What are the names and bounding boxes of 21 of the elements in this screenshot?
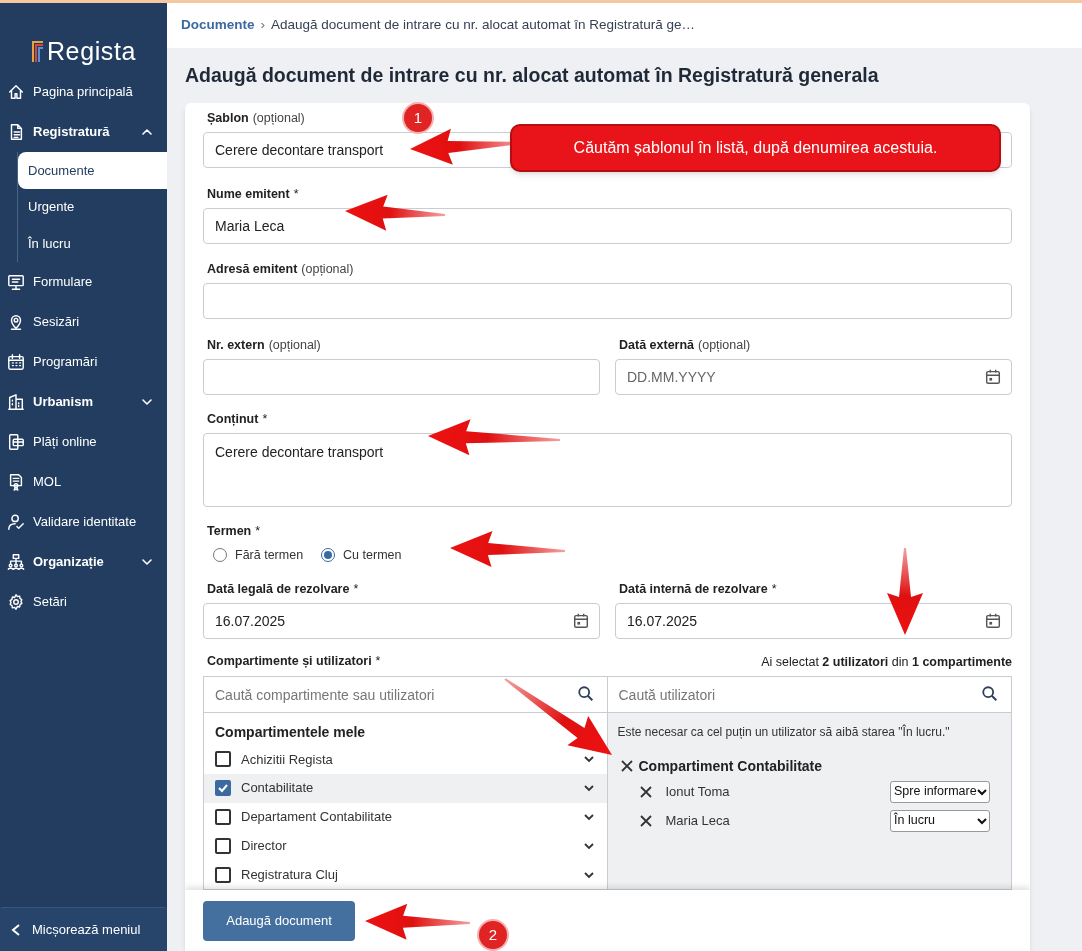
field-label: Șablon (opțional) xyxy=(207,109,305,127)
field-label: Dată internă de rezolvare * xyxy=(619,580,777,598)
field-label: Compartimente și utilizatori * xyxy=(207,652,381,670)
user-name: Ionut Toma xyxy=(665,782,731,801)
field-label: Termen * xyxy=(207,522,261,540)
user-name: Maria Leca xyxy=(665,811,731,830)
field-label: Adresă emitent (opțional) xyxy=(207,260,354,278)
field-label: Dată legală de rezolvare * xyxy=(207,580,359,598)
field-label: Dată externă (opțional) xyxy=(619,336,751,354)
field-label: Nume emitent * xyxy=(207,185,299,203)
list-heading: Compartimentele mele xyxy=(214,723,367,742)
notice-text: Este necesar ca cel puțin un utilizator să aibă starea "În lucru." xyxy=(616,723,951,741)
callout-tooltip: Căutăm șablonul în listă, după denumirea acestuia. xyxy=(510,124,1001,172)
field-label: Nr. extern (opțional) xyxy=(207,336,321,354)
group-name: Compartiment Contabilitate xyxy=(638,756,823,776)
page-title: Adaugă document de intrare cu nr. alocat automat în Registratură generala xyxy=(184,62,880,88)
logo-text: Regista xyxy=(46,39,137,64)
selection-summary: Ai selectat 2 utilizatori din 1 compartimente xyxy=(761,653,1012,671)
breadcrumb-separator: › xyxy=(260,16,265,35)
field-label: Conținut * xyxy=(207,410,268,428)
breadcrumb-current: Adaugă document de intrare cu nr. alocat automat în Registratură ge… xyxy=(271,16,695,35)
